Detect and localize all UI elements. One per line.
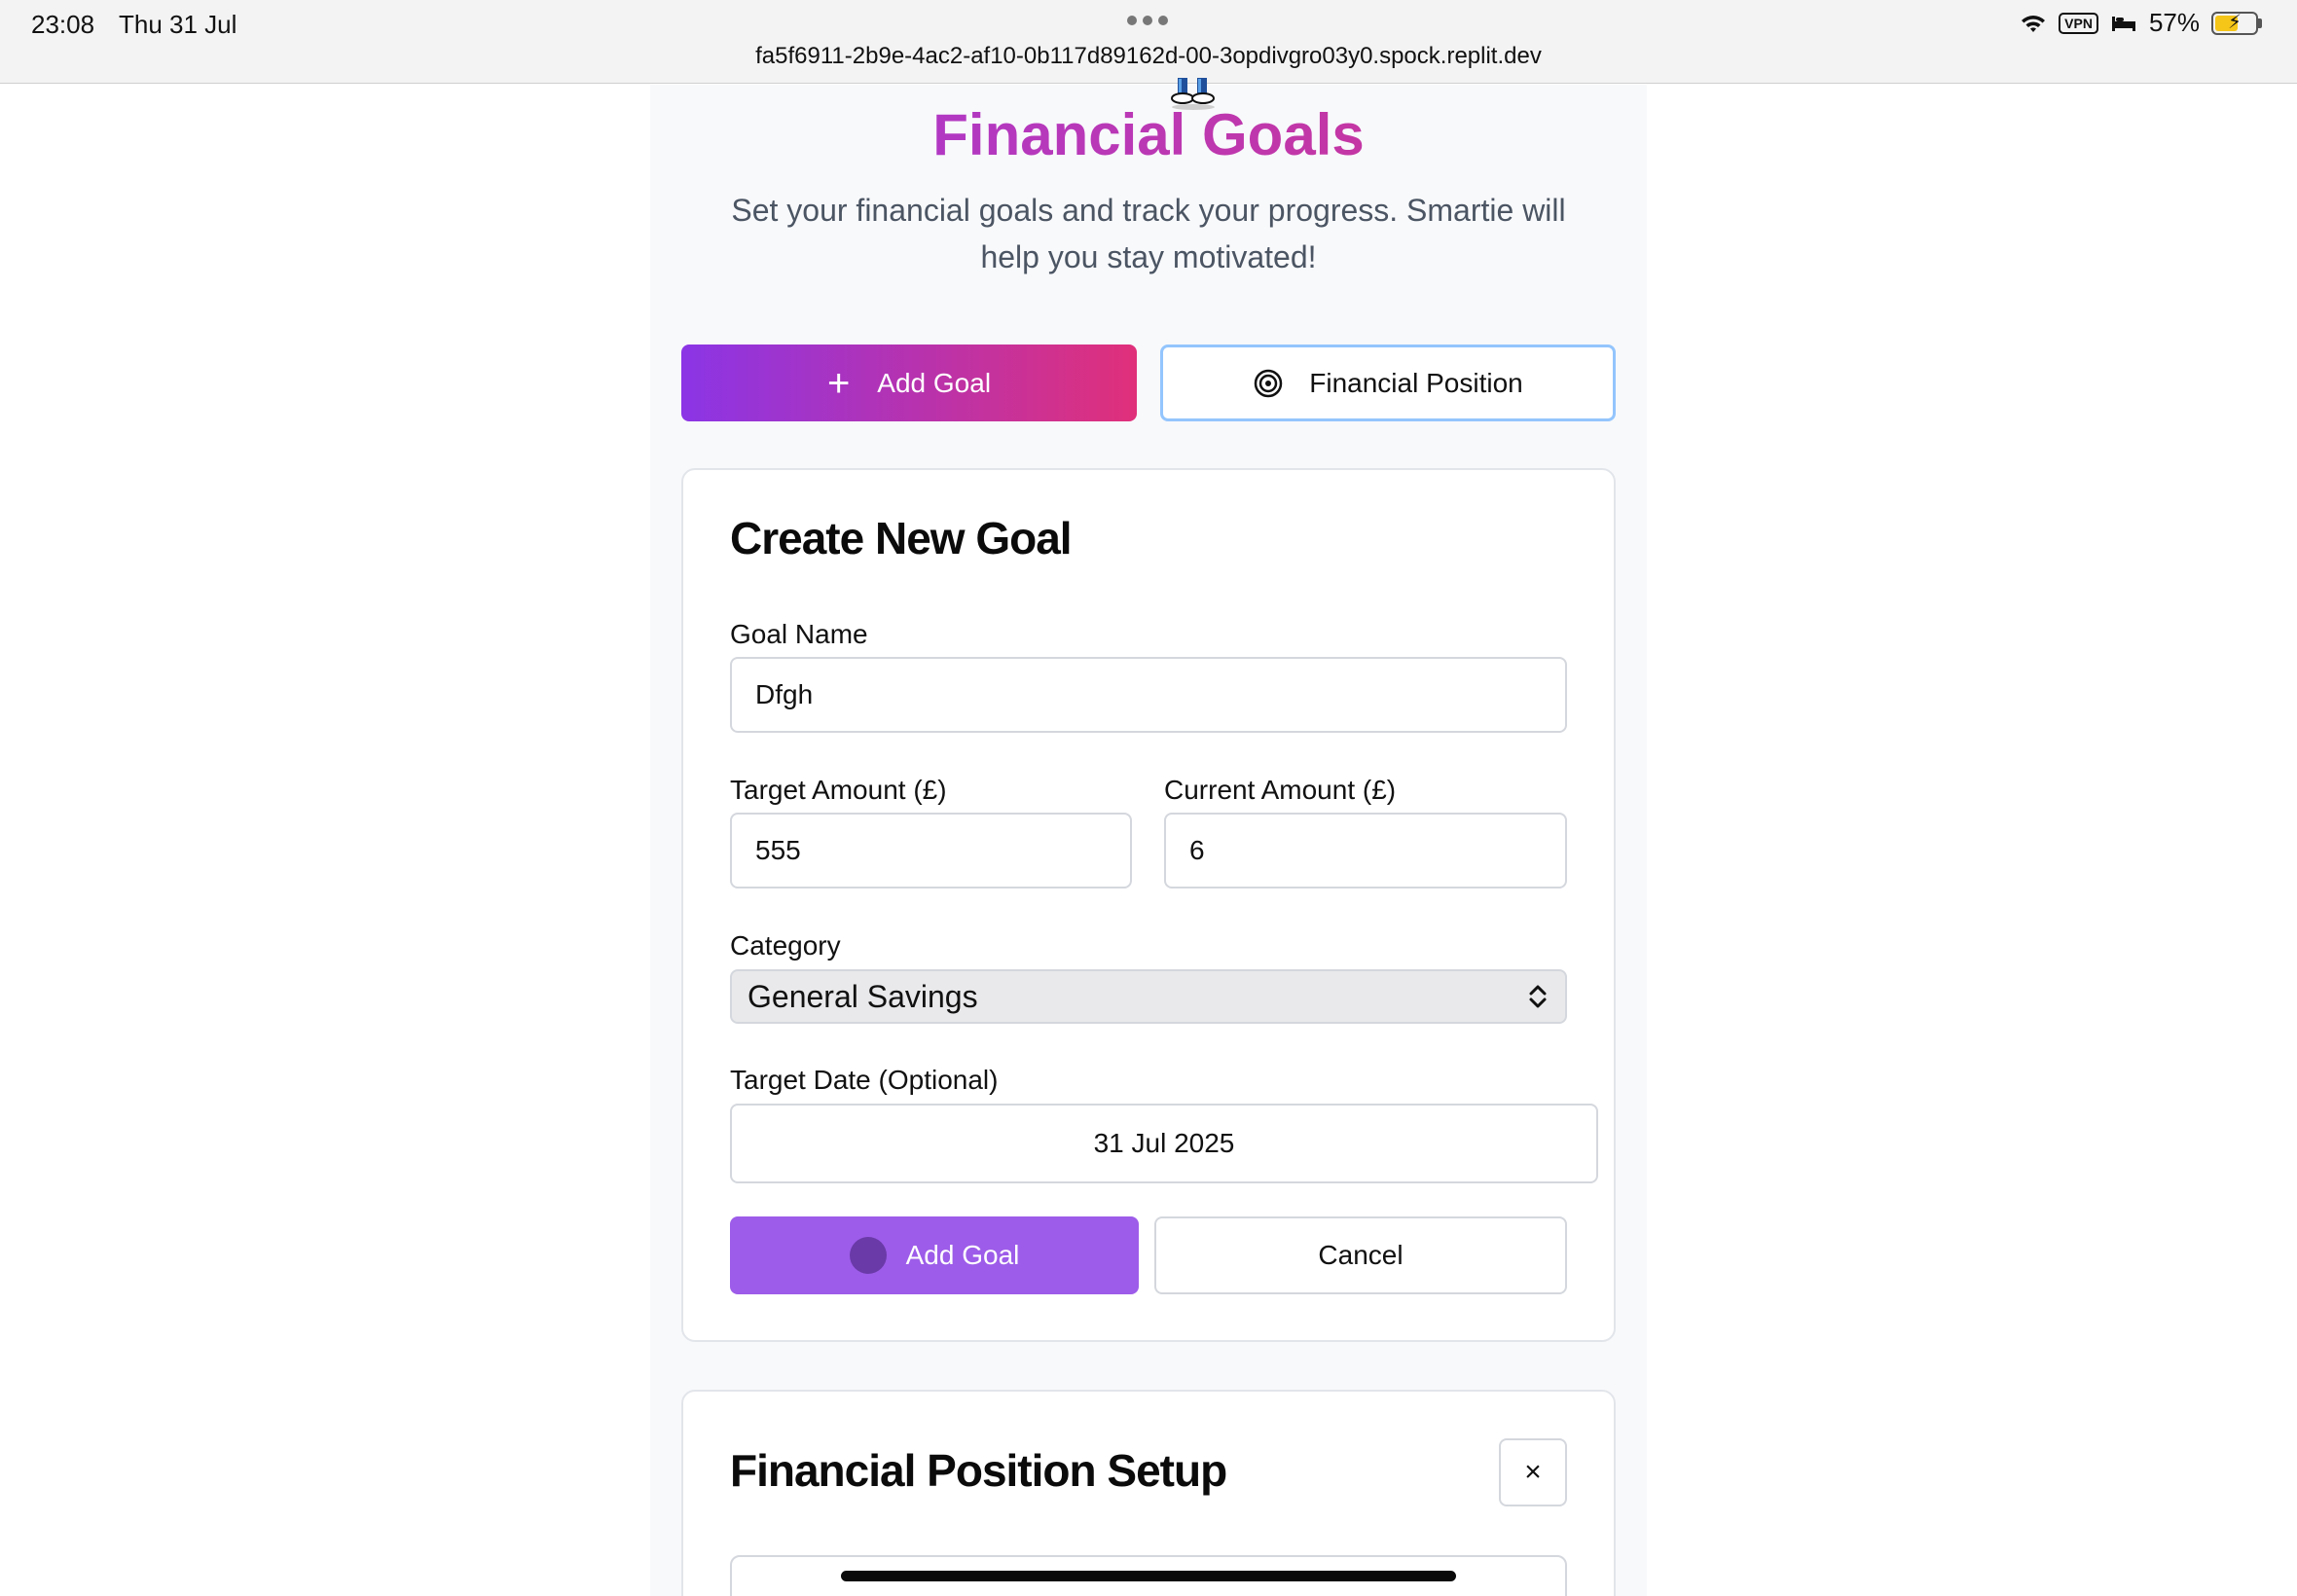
target-date-label: Target Date (Optional) — [730, 1065, 999, 1095]
wifi-icon — [2022, 15, 2046, 32]
target-date-input[interactable]: 31 Jul 2025 — [730, 1104, 1598, 1183]
battery-percent: 57% — [2148, 8, 2200, 37]
loading-spinner-icon — [849, 1237, 887, 1274]
more-options-icon[interactable] — [1127, 16, 1168, 25]
vpn-badge: VPN — [2059, 12, 2098, 34]
submit-goal-label: Add Goal — [905, 1240, 1020, 1270]
goal-name-label: Goal Name — [730, 619, 868, 649]
sleep-icon — [2111, 16, 2135, 31]
home-indicator[interactable] — [841, 1571, 1456, 1581]
browser-status-bar: 23:08 Thu 31 Jul fa5f6911-2b9e-4ac2-af10… — [0, 0, 2297, 84]
status-time: 23:08 — [31, 10, 95, 39]
category-select[interactable]: General Savings — [730, 969, 1567, 1024]
goal-name-input[interactable]: Dfgh — [730, 657, 1567, 733]
financial-position-setup-heading: Financial Position Setup — [730, 1445, 1227, 1496]
cancel-button[interactable]: Cancel — [1154, 1216, 1567, 1294]
status-date: Thu 31 Jul — [119, 10, 237, 39]
financial-position-label: Financial Position — [1309, 367, 1523, 398]
create-goal-card — [681, 468, 1616, 1342]
address-bar-url[interactable]: fa5f6911-2b9e-4ac2-af10-0b117d89162d-00-… — [0, 43, 2297, 70]
financial-position-button[interactable]: Financial Position — [1160, 345, 1616, 421]
page-title: Financial Goals — [650, 101, 1647, 168]
add-goal-toggle-button[interactable]: + Add Goal — [681, 345, 1137, 421]
submit-goal-button[interactable]: Add Goal — [730, 1216, 1139, 1294]
add-goal-toggle-label: Add Goal — [877, 367, 992, 398]
page-subtitle: Set your financial goals and track your … — [731, 193, 1566, 274]
status-indicators: VPN 57% ⚡ — [2020, 8, 2262, 38]
current-amount-input[interactable]: 6 — [1164, 813, 1567, 889]
select-chevron-icon — [1529, 985, 1547, 1008]
battery-icon: ⚡ — [2211, 11, 2258, 35]
close-icon[interactable]: × — [1499, 1438, 1567, 1506]
target-amount-input[interactable]: 555 — [730, 813, 1132, 889]
create-goal-heading: Create New Goal — [730, 513, 1073, 563]
target-amount-label: Target Amount (£) — [730, 775, 947, 805]
plus-icon: + — [826, 361, 851, 405]
category-label: Category — [730, 930, 841, 961]
category-selected-value: General Savings — [747, 978, 978, 1014]
target-icon — [1255, 369, 1283, 397]
current-amount-label: Current Amount (£) — [1164, 775, 1397, 805]
